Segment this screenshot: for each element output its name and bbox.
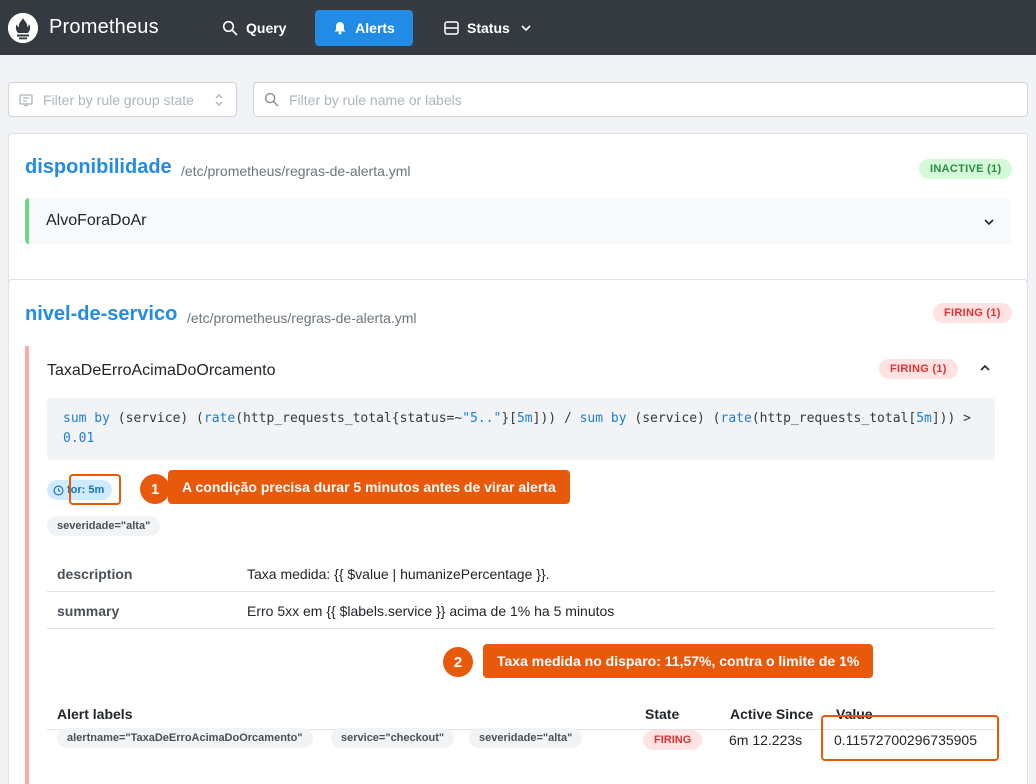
nav-status[interactable]: Status [434,10,542,46]
alerts-header-active-since: Active Since [730,706,814,722]
rule-status-badge: FIRING (1) [879,359,958,379]
clock-icon [53,485,64,495]
top-navbar: Prometheus Query Alerts Status [0,0,1036,55]
annotation-row: summary Erro 5xx em {{ $labels.service }… [47,592,995,629]
chevron-down-icon [521,25,531,32]
nav-alerts-label: Alerts [355,20,395,36]
group-status-badge: FIRING (1) [933,303,1012,323]
alert-label-pill: severidade="alta" [469,728,583,748]
annotation-value: Erro 5xx em {{ $labels.service }} acima … [247,603,615,619]
alerts-header-state: State [645,706,680,722]
nav-query[interactable]: Query [212,10,296,46]
value-highlight-box [821,715,999,761]
group-title: nivel-de-servico [25,303,178,325]
alert-label-pill: service="checkout" [331,728,455,748]
search-icon [264,92,279,107]
rule-group-state-filter[interactable]: Filter by rule group state [8,82,237,117]
rule-label-pill: severidade="alta" [47,516,161,536]
annotation-value: Taxa medida: {{ $value | humanizePercent… [247,566,550,582]
nav-query-label: Query [246,20,287,36]
brand[interactable]: Prometheus [8,12,159,43]
rule-group-state-placeholder: Filter by rule group state [43,91,194,108]
group-title: disponibilidade [25,156,172,178]
callout-text-2: Taxa medida no disparo: 11,57%, contra o… [483,644,874,678]
rule-search-placeholder: Filter by rule name or labels [289,91,462,108]
callout-number-1: 1 [140,474,170,504]
nav-status-label: Status [467,20,510,36]
chevron-up-icon[interactable] [979,362,991,374]
rule-group-card-nivel-de-servico: nivel-de-servico /etc/prometheus/regras-… [8,279,1028,784]
expression-line-2: 0.01 [63,431,95,446]
nav-alerts[interactable]: Alerts [315,10,413,46]
chevron-updown-icon [215,94,223,106]
alert-label-pill: alertname="TaxaDeErroAcimaDoOrcamento" [57,728,313,748]
rule-row-alvoforadoar[interactable]: AlvoForaDoAr [25,198,1011,244]
rule-header[interactable]: TaxaDeErroAcimaDoOrcamento FIRING (1) [29,346,1011,394]
main-content: Filter by rule group state Filter by rul… [0,55,1036,784]
rule-expression: sum by (service) (rate(http_requests_tot… [47,398,995,460]
callout-text-1: A condição precisa durar 5 minutos antes… [168,470,570,504]
search-icon [222,20,238,36]
prometheus-logo-icon [8,12,38,43]
callout-number-2: 2 [443,647,473,677]
annotation-row: description Taxa medida: {{ $value | hum… [47,555,995,592]
rule-panel-taxadeerro: TaxaDeErroAcimaDoOrcamento FIRING (1) su… [25,346,1011,784]
group-file-path: /etc/prometheus/regras-de-alerta.yml [187,310,417,326]
annotation-key: description [57,566,133,582]
alert-state-badge: FIRING [643,730,703,750]
chevron-down-icon[interactable] [983,216,995,228]
alert-active-since: 6m 12.223s [729,732,803,748]
for-highlight-box [69,474,121,505]
alerts-header-labels: Alert labels [57,706,133,722]
bell-icon [334,22,346,35]
group-file-path: /etc/prometheus/regras-de-alerta.yml [181,163,411,179]
annotation-key: summary [57,603,120,619]
filter-icon [19,93,33,106]
app-title: Prometheus [49,16,159,38]
expression-line-1: sum by (service) (rate(http_requests_tot… [63,411,971,426]
rule-search-input[interactable]: Filter by rule name or labels [253,82,1028,117]
rule-name: AlvoForaDoAr [46,212,147,229]
group-status-badge: INACTIVE (1) [919,159,1013,179]
server-icon [444,21,459,35]
rule-name: TaxaDeErroAcimaDoOrcamento [47,362,276,379]
